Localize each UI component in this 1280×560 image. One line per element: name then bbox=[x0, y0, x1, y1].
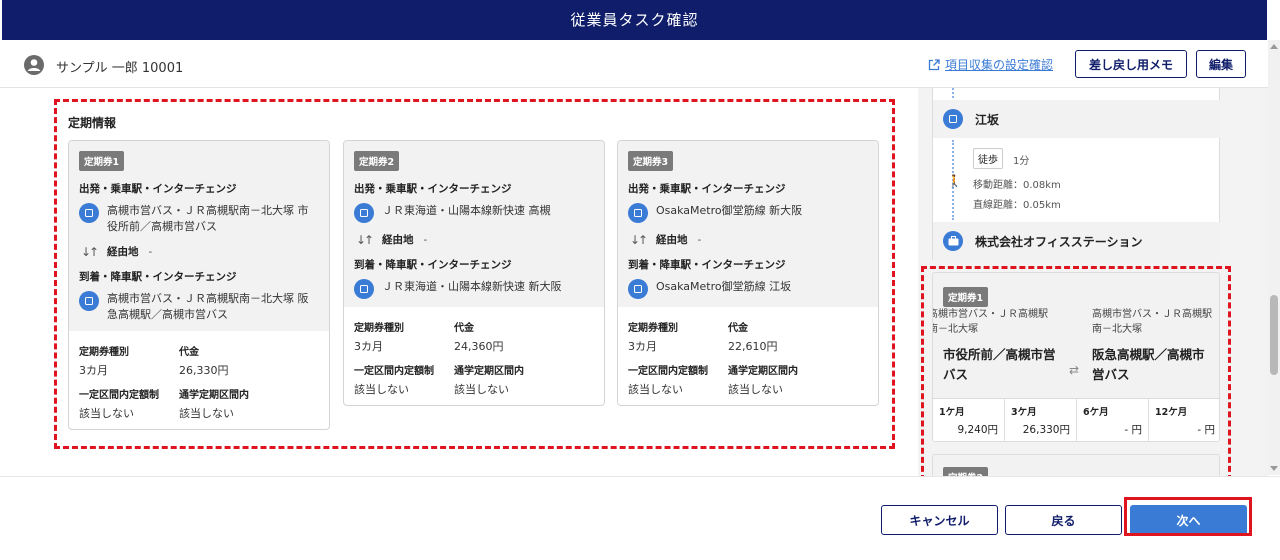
highlight-next-button bbox=[1124, 497, 1252, 536]
briefcase-icon bbox=[943, 231, 963, 251]
walk-tag: 徒歩 bbox=[973, 148, 1003, 169]
external-link-icon bbox=[928, 58, 940, 70]
highlight-fare-card bbox=[921, 266, 1231, 481]
scrollbar[interactable] bbox=[1268, 40, 1280, 475]
user-bar: サンプル 一郎 10001 項目収集の設定確認 差し戻し用メモ 編集 bbox=[0, 40, 1268, 88]
scroll-thumb[interactable] bbox=[1270, 295, 1278, 375]
page-title: 従業員タスク確認 bbox=[570, 11, 699, 29]
footer: キャンセル 戻る 次へ bbox=[0, 476, 1280, 560]
route-stop-name: 江坂 bbox=[975, 112, 1000, 127]
edit-button[interactable]: 編集 bbox=[1196, 50, 1246, 78]
destination-name: 株式会社オフィスステーション bbox=[975, 234, 1143, 249]
route-stop: 江坂 bbox=[933, 100, 1221, 138]
settings-check-link[interactable]: 項目収集の設定確認 bbox=[928, 56, 1053, 73]
return-memo-button[interactable]: 差し戻し用メモ bbox=[1075, 50, 1187, 78]
scroll-down-icon[interactable] bbox=[1270, 466, 1278, 471]
settings-link-label: 項目収集の設定確認 bbox=[945, 58, 1054, 72]
scroll-up-icon[interactable] bbox=[1270, 44, 1278, 49]
route-destination: 株式会社オフィスステーション bbox=[933, 222, 1221, 260]
back-button[interactable]: 戻る bbox=[1005, 505, 1122, 535]
page-title-bar: 従業員タスク確認 bbox=[2, 0, 1267, 40]
walk-time: 1分 bbox=[1013, 156, 1030, 167]
cancel-button[interactable]: キャンセル bbox=[881, 505, 998, 535]
route-card: 江坂 徒歩 1分 🚶 移動距離：0.08km 直線距離：0.05km 株式会社オ… bbox=[932, 88, 1221, 260]
walk-person-icon: 🚶 bbox=[947, 174, 962, 188]
user-name: サンプル 一郎 10001 bbox=[56, 61, 184, 76]
move-distance: 移動距離：0.08km bbox=[973, 180, 1061, 191]
station-icon bbox=[943, 109, 963, 129]
user-avatar-icon bbox=[24, 55, 44, 75]
straight-distance: 直線距離：0.05km bbox=[973, 200, 1061, 211]
highlight-pass-info bbox=[54, 99, 895, 449]
